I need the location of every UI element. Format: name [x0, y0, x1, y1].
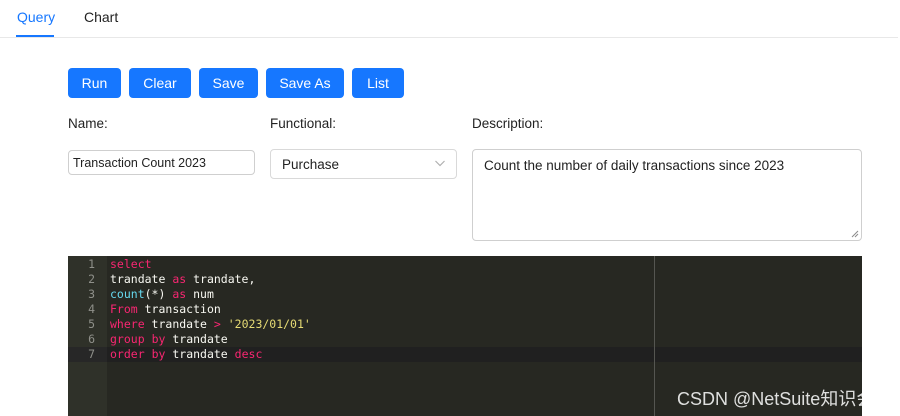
code-token: order	[110, 347, 145, 361]
code-text: order by trandate desc	[110, 347, 262, 362]
code-line[interactable]: 5 where trandate > '2023/01/01'	[68, 317, 862, 332]
code-line[interactable]: 2 trandate as trandate,	[68, 272, 862, 287]
line-number: 7	[88, 347, 95, 361]
code-token: trandate	[144, 317, 214, 331]
code-token: trandate,	[186, 272, 256, 286]
functional-label: Functional:	[270, 116, 337, 131]
code-token: where	[110, 317, 145, 331]
code-text: trandate as trandate,	[110, 272, 255, 287]
name-field[interactable]: Transaction Count 2023	[68, 150, 255, 175]
clear-button[interactable]: Clear	[129, 68, 191, 98]
tab-chart[interactable]: Chart	[84, 9, 118, 25]
save-as-button[interactable]: Save As	[266, 68, 344, 98]
name-field-value: Transaction Count 2023	[73, 155, 206, 170]
code-token: desc	[234, 347, 263, 361]
code-line[interactable]: 1 select	[68, 257, 862, 272]
code-line[interactable]: 3 count(*) as num	[68, 287, 862, 302]
line-number: 6	[88, 332, 95, 346]
line-number: 3	[88, 287, 95, 301]
code-text: count(*) as num	[110, 287, 214, 302]
code-token: transaction	[137, 302, 221, 316]
code-token: (*)	[144, 287, 173, 301]
run-button[interactable]: Run	[68, 68, 121, 98]
description-field[interactable]: Count the number of daily transactions s…	[472, 149, 862, 241]
code-line[interactable]: 6 group by trandate	[68, 332, 862, 347]
code-token: '2023/01/01'	[227, 317, 311, 331]
name-label: Name:	[68, 116, 108, 131]
description-label: Description:	[472, 116, 544, 131]
tab-bar: Query Chart	[0, 0, 898, 38]
functional-select-value: Purchase	[282, 156, 340, 172]
code-text: where trandate > '2023/01/01'	[110, 317, 311, 332]
code-token: by	[151, 332, 166, 346]
code-text: From transaction	[110, 302, 221, 317]
functional-select[interactable]: Purchase	[270, 149, 457, 179]
line-number: 4	[88, 302, 95, 316]
code-text: group by trandate	[110, 332, 228, 347]
code-token: select	[110, 257, 152, 271]
resize-handle-icon[interactable]	[851, 230, 859, 238]
code-token: num	[186, 287, 214, 301]
code-token: trandate	[110, 272, 173, 286]
list-button[interactable]: List	[352, 68, 404, 98]
code-token: >	[213, 317, 221, 331]
watermark: CSDN @NetSuite知识会	[677, 389, 875, 409]
code-token: as	[172, 287, 187, 301]
code-token: count	[110, 287, 145, 301]
line-number: 1	[88, 257, 95, 271]
chevron-down-icon	[435, 160, 445, 167]
code-token: by	[151, 347, 166, 361]
code-token: as	[172, 272, 187, 286]
code-text: select	[110, 257, 152, 272]
line-number: 5	[88, 317, 95, 331]
description-field-value: Count the number of daily transactions s…	[484, 158, 785, 173]
code-token: trandate	[165, 332, 228, 346]
code-line[interactable]: 4 From transaction	[68, 302, 862, 317]
code-token: From	[110, 302, 138, 316]
code-token: group	[110, 332, 145, 346]
line-number: 2	[88, 272, 95, 286]
tab-query[interactable]: Query	[17, 9, 55, 25]
active-tab-indicator	[16, 35, 54, 37]
code-line[interactable]: 7 order by trandate desc	[68, 347, 862, 362]
save-button[interactable]: Save	[199, 68, 258, 98]
code-token: trandate	[165, 347, 235, 361]
